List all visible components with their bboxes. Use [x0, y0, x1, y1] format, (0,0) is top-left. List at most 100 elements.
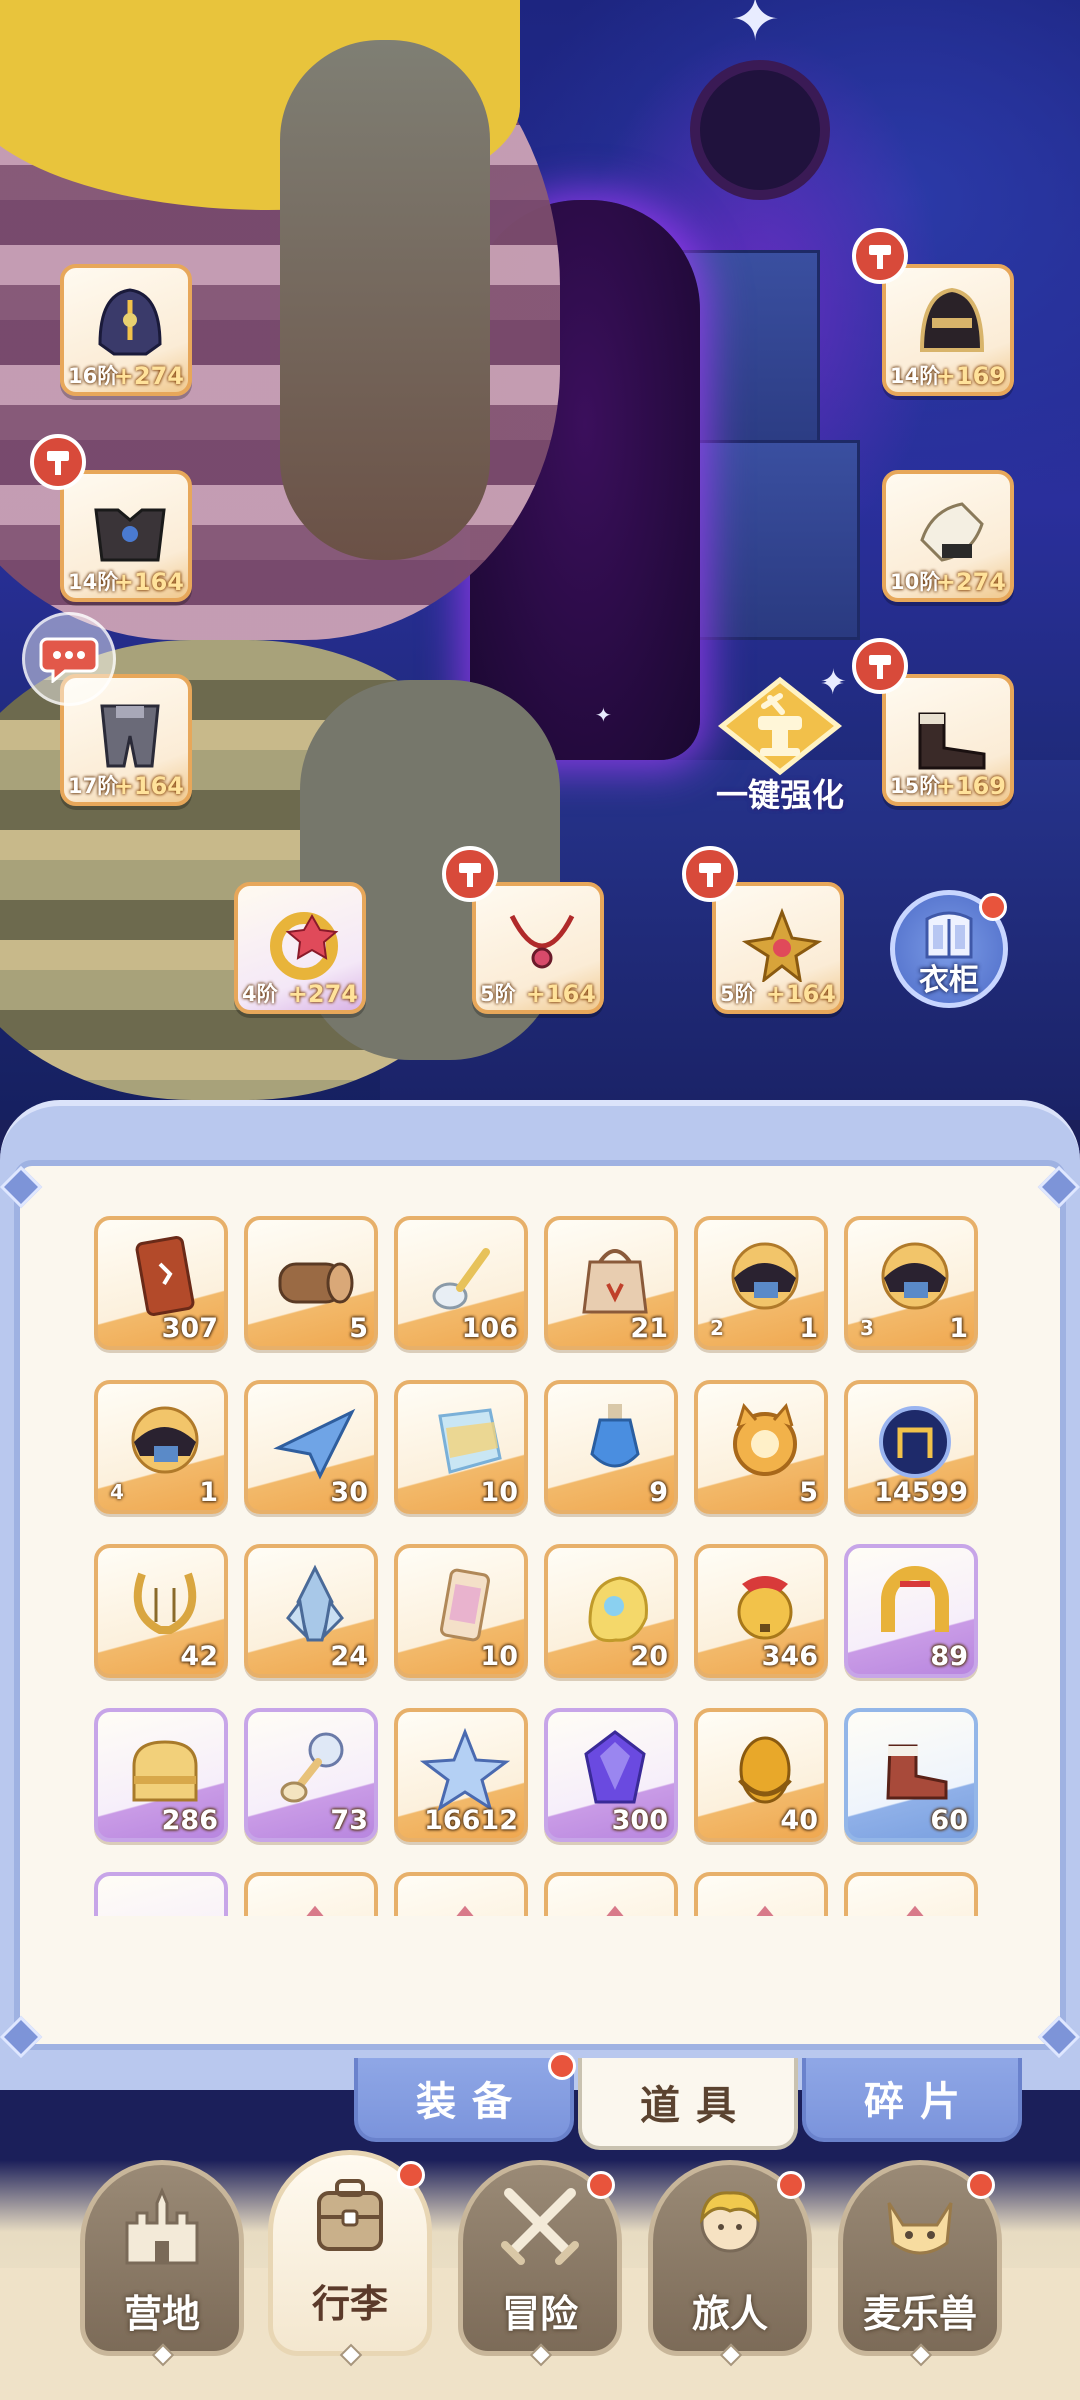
saddle-icon [131, 1406, 199, 1474]
sparkle-icon: ✦ [595, 703, 612, 727]
inventory-item[interactable] [844, 1872, 978, 1916]
equipment-slot[interactable]: 14阶 +164 [60, 470, 192, 602]
inventory-item[interactable] [544, 1872, 678, 1916]
inventory-item[interactable] [94, 1872, 228, 1916]
inventory-item[interactable]: 13 [844, 1216, 978, 1350]
equipment-slot[interactable]: 15阶 +169 [882, 674, 1014, 806]
cat-spoon-icon [280, 1732, 344, 1803]
saddle-icon [731, 1242, 799, 1310]
upgrade-hammer-badge [852, 638, 908, 694]
leg-armor-icon [100, 704, 160, 768]
item-count: 300 [611, 1805, 668, 1836]
spoon-icon [432, 1248, 490, 1310]
notification-dot [397, 2161, 425, 2189]
bag-icon [582, 1249, 648, 1314]
inventory-item[interactable]: 60 [844, 1708, 978, 1842]
inventory-item[interactable]: 14599 [844, 1380, 978, 1514]
item-tier: 4 [110, 1480, 124, 1504]
item-count: 9 [649, 1477, 668, 1508]
item-count: 106 [461, 1313, 518, 1344]
horseshoe-icon [881, 1566, 949, 1632]
inventory-item[interactable]: 346 [694, 1544, 828, 1678]
equipment-grade: 14阶 [890, 364, 941, 388]
nav-camp[interactable]: 营地 [80, 2160, 244, 2367]
item-count: 286 [161, 1805, 218, 1836]
equipment-slot[interactable]: 16阶 +274 [60, 264, 192, 396]
potion-icon [590, 1404, 640, 1468]
inventory-item[interactable] [694, 1872, 828, 1916]
notification-dot [967, 2171, 995, 2199]
inventory-item[interactable]: 10 [394, 1380, 528, 1514]
upgrade-hammer-badge [682, 846, 738, 902]
inventory-item[interactable]: 307 [94, 1216, 228, 1350]
wardrobe-button[interactable]: 衣柜 [890, 890, 1008, 1008]
enhance-label: 一键强化 [715, 776, 844, 814]
hammer-icon [47, 451, 69, 475]
coin-icon [120, 1890, 210, 1916]
hammer-icon [869, 245, 891, 269]
nav-pet[interactable]: 麦乐兽 [838, 2160, 1002, 2367]
inventory-item[interactable]: 21 [544, 1216, 678, 1350]
inventory-item[interactable]: 5 [244, 1216, 378, 1350]
upgrade-hammer-badge [30, 434, 86, 490]
cat-coin-icon [733, 1402, 797, 1476]
tab-fragments[interactable]: 碎片 [802, 2058, 1022, 2142]
inventory-item[interactable]: 106 [394, 1216, 528, 1350]
item-count: 40 [780, 1805, 818, 1836]
upgrade-hammer-badge [442, 846, 498, 902]
item-count: 5 [349, 1313, 368, 1344]
inventory-item[interactable]: 14 [94, 1380, 228, 1514]
equipment-bonus: +169 [935, 772, 1006, 800]
item-count: 42 [180, 1641, 218, 1672]
inventory-item[interactable]: 42 [94, 1544, 228, 1678]
equipment-bonus: +274 [113, 362, 184, 390]
tab-items[interactable]: 道具 [578, 2058, 798, 2150]
equipment-slot[interactable]: 5阶 +164 [712, 882, 844, 1014]
inventory-item[interactable]: 16612 [394, 1708, 528, 1842]
inventory-item[interactable]: 5 [694, 1380, 828, 1514]
nav-adventure[interactable]: 冒险 [458, 2160, 622, 2367]
equipment-bonus: +164 [765, 980, 836, 1008]
lyre-icon [133, 1572, 197, 1634]
inventory-item[interactable] [394, 1872, 528, 1916]
helmet-icon [98, 288, 162, 356]
nav-label: 麦乐兽 [862, 2292, 977, 2336]
equipment-slot[interactable]: 10阶 +274 [882, 470, 1014, 602]
item-count: 346 [761, 1641, 818, 1672]
inventory-item[interactable]: 24 [244, 1544, 378, 1678]
luggage-icon [317, 2179, 383, 2251]
nav-label: 旅人 [691, 2292, 768, 2336]
shard-icon [306, 1905, 324, 1916]
inventory-item[interactable]: 9 [544, 1380, 678, 1514]
chat-button[interactable] [22, 612, 116, 706]
inventory-item[interactable]: 73 [244, 1708, 378, 1842]
inventory-item[interactable]: 20 [544, 1544, 678, 1678]
item-count: 73 [330, 1805, 368, 1836]
pet-icon [887, 2202, 953, 2255]
bell-icon [737, 1576, 793, 1640]
inventory-item[interactable] [244, 1872, 378, 1916]
one-click-enhance-button[interactable]: ✦ 一键强化 [700, 670, 860, 816]
item-count: 30 [330, 1477, 368, 1508]
boot-icon [886, 1744, 948, 1800]
inventory-item[interactable]: 40 [694, 1708, 828, 1842]
inventory-item[interactable]: 286 [94, 1708, 228, 1842]
tab-equipment[interactable]: 装备 [354, 2052, 576, 2142]
item-count: 60 [930, 1805, 968, 1836]
equipment-slot[interactable]: 4阶 +274 [234, 882, 366, 1014]
nav-traveler[interactable]: 旅人 [648, 2160, 812, 2367]
nav-luggage[interactable]: 行李 [268, 2150, 432, 2367]
equipment-slot[interactable]: 14阶 +169 [882, 264, 1014, 396]
inventory-item[interactable]: 300 [544, 1708, 678, 1842]
item-grid[interactable]: 307 5 106 21 1 2 1 3 1 4 30 10 9 5 14599 42 24 10 20 346 89 2… [94, 1216, 994, 1916]
equipment-grade: 5阶 [480, 982, 516, 1006]
inventory-item[interactable]: 10 [394, 1544, 528, 1678]
equipment-slot[interactable]: 5阶 +164 [472, 882, 604, 1014]
item-count: 89 [930, 1641, 968, 1672]
inventory-item[interactable]: 12 [694, 1216, 828, 1350]
inventory-item[interactable]: 30 [244, 1380, 378, 1514]
necklace-icon [509, 914, 575, 969]
item-count: 20 [630, 1641, 668, 1672]
inventory-item[interactable]: 89 [844, 1544, 978, 1678]
tab-label: 装备 [416, 2079, 528, 2125]
